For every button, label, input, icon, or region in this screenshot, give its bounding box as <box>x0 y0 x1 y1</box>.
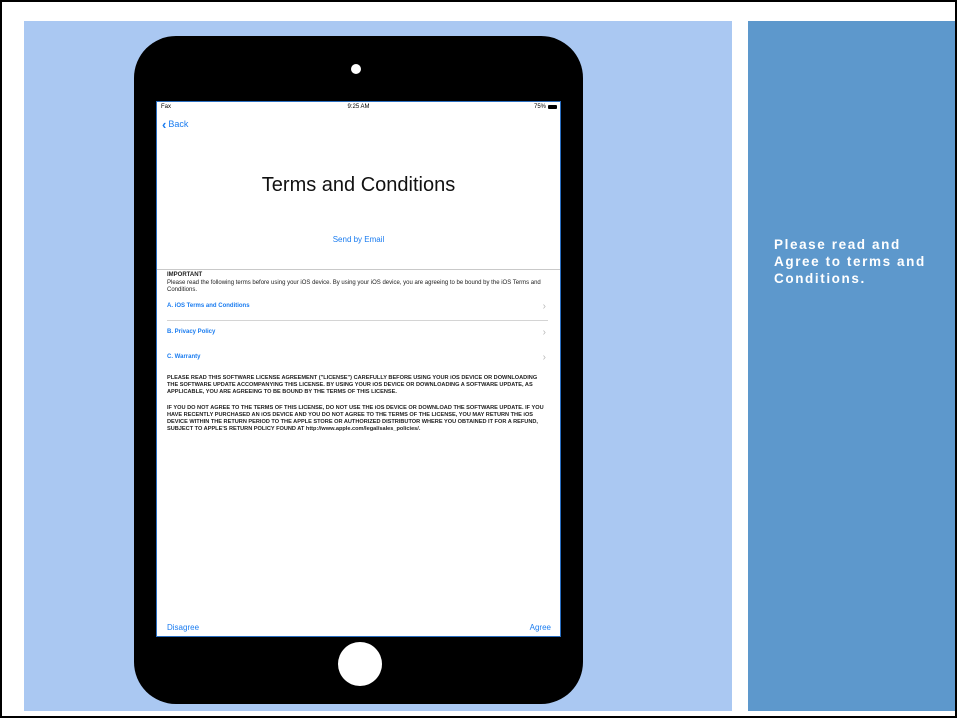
send-by-email-link[interactable]: Send by Email <box>157 235 560 244</box>
license-paragraph: IF YOU DO NOT AGREE TO THE TERMS OF THIS… <box>167 404 544 432</box>
right-panel: Please read and Agree to terms and Condi… <box>748 21 955 711</box>
status-time: 9:25 AM <box>347 104 370 110</box>
status-bar: Fax 9:25 AM 75% <box>157 102 560 112</box>
chevron-right-icon: › <box>542 327 546 339</box>
link-label: A. iOS Terms and Conditions <box>167 303 250 310</box>
link-label: C. Warranty <box>167 354 201 361</box>
license-paragraph: PLEASE READ THIS SOFTWARE LICENSE AGREEM… <box>167 374 538 395</box>
important-heading: IMPORTANT <box>167 272 203 278</box>
page-title: Terms and Conditions <box>261 174 456 196</box>
caption-text: Please read and Agree to terms and Condi… <box>774 237 926 286</box>
chevron-right-icon: › <box>542 352 546 364</box>
terms-scroll-area[interactable]: IMPORTANT Please read the following term… <box>167 270 548 433</box>
camera-icon <box>351 64 361 74</box>
disagree-button[interactable]: Disagree <box>167 623 199 632</box>
link-warranty[interactable]: C. Warranty › <box>167 346 548 371</box>
link-label: B. Privacy Policy <box>167 329 216 336</box>
chevron-right-icon: › <box>542 301 546 313</box>
back-button[interactable]: ‹ Back <box>162 116 189 132</box>
home-button[interactable] <box>338 642 382 686</box>
chevron-left-icon: ‹ <box>162 116 167 132</box>
link-ios-terms[interactable]: A. iOS Terms and Conditions › <box>167 295 548 320</box>
battery-percent: 75% <box>533 104 546 110</box>
link-privacy-policy[interactable]: B. Privacy Policy › <box>167 321 548 346</box>
agree-button[interactable]: Agree <box>530 623 551 632</box>
important-text: Please read the following terms before u… <box>167 279 541 294</box>
battery-icon <box>548 105 557 109</box>
back-label: Back <box>168 119 189 129</box>
ipad-screen: Fax 9:25 AM 75% ‹ Back Terms and Conditi… <box>156 101 561 637</box>
